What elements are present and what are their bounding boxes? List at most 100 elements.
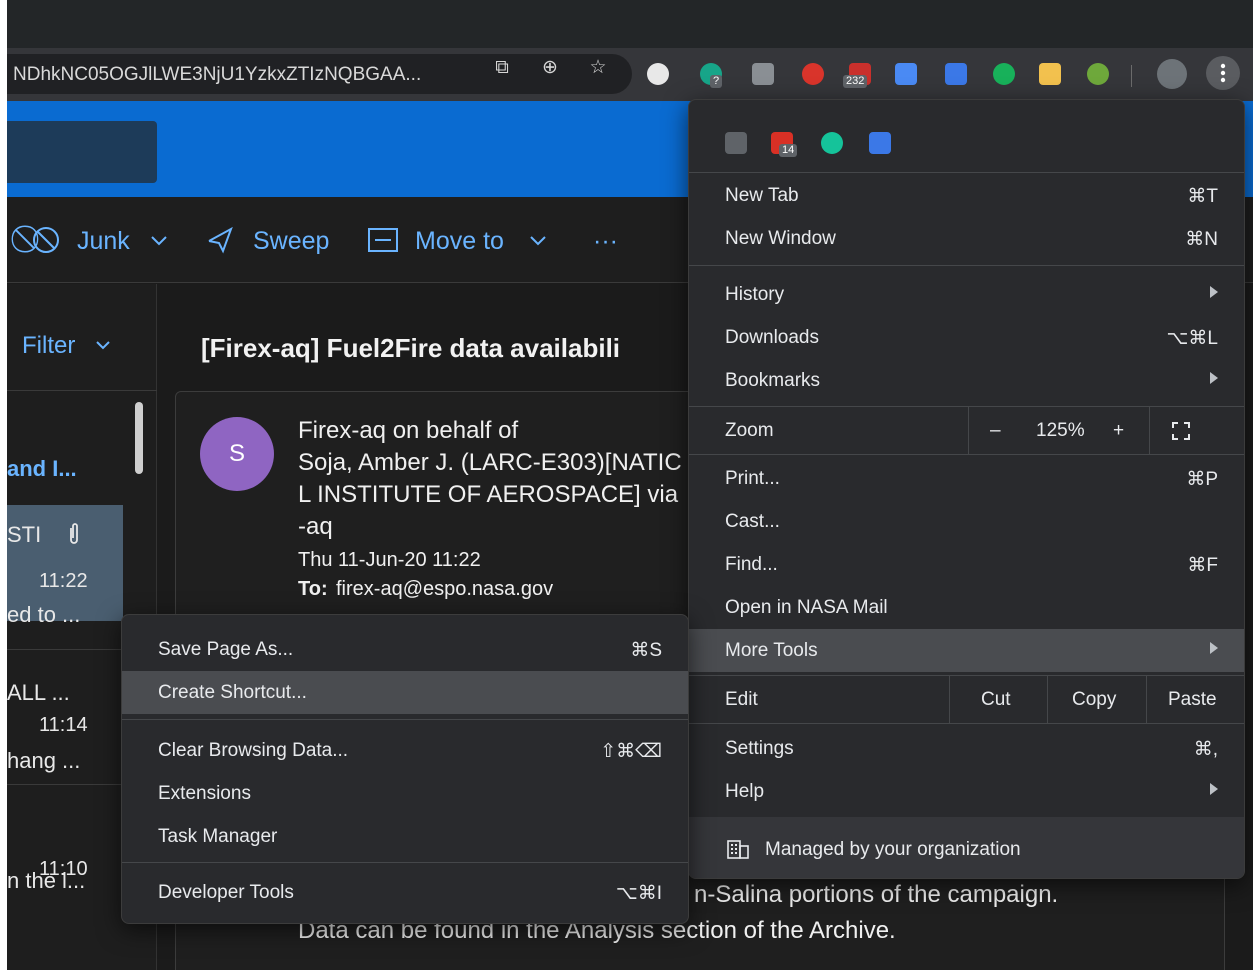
extension-face-icon[interactable] (1039, 63, 1061, 85)
extension-window-icon[interactable] (945, 63, 967, 85)
menu-print[interactable]: Print... ⌘P (689, 457, 1244, 500)
menu-label: Bookmarks (725, 370, 821, 391)
menu-help[interactable]: Help (689, 770, 1244, 813)
extension-phone-icon[interactable]: ? (700, 63, 723, 88)
zoom-in-button[interactable]: + (1113, 420, 1124, 442)
sender-line[interactable]: Firex-aq on behalf of (298, 417, 518, 445)
filter-button[interactable]: Filter (22, 332, 75, 360)
menu-new-window[interactable]: New Window ⌘N (689, 217, 1244, 260)
menu-shortcut: ⌘, (1193, 739, 1218, 760)
move-to-chevron-icon[interactable] (529, 235, 547, 247)
search-box[interactable] (7, 121, 157, 183)
menu-label: Print... (725, 468, 780, 489)
scrollbar-thumb[interactable] (135, 402, 143, 474)
list-item[interactable]: and I... (7, 456, 77, 482)
menu-new-tab[interactable]: New Tab ⌘T (689, 174, 1244, 217)
extension-calendar-icon[interactable]: 14 (771, 132, 798, 157)
list-divider (7, 390, 157, 391)
menu-separator (122, 719, 688, 720)
more-commands-button[interactable]: ··· (593, 227, 618, 256)
zoom-icon[interactable]: ⊕ (539, 57, 561, 79)
profile-avatar[interactable] (1157, 59, 1187, 89)
menu-separator (689, 406, 1244, 407)
menu-task-manager[interactable]: Task Manager (122, 815, 688, 858)
menu-label: Settings (725, 738, 794, 759)
junk-chevron-icon[interactable] (150, 235, 168, 247)
menu-shortcut: ⌥⌘I (615, 883, 662, 904)
building-icon (727, 840, 749, 859)
extension-badge: 14 (779, 144, 798, 157)
list-item-preview[interactable]: n the l... (7, 868, 85, 894)
menu-history[interactable]: History (689, 273, 1244, 316)
menu-edit: Edit Cut Copy Paste (689, 677, 1244, 723)
menu-label: Cast... (725, 511, 780, 532)
menu-shortcut: ⌘P (1186, 469, 1218, 490)
edit-divider (949, 675, 950, 723)
edit-divider (1146, 675, 1147, 723)
extension-book-icon[interactable] (869, 132, 891, 154)
menu-more-tools[interactable]: More Tools (689, 629, 1244, 672)
list-item-selected[interactable]: STI 11:22 ed to ... (7, 505, 123, 627)
message-subject: [Firex-aq] Fuel2Fire data availabili (201, 333, 621, 363)
junk-icon (33, 227, 59, 253)
cut-button[interactable]: Cut (981, 689, 1011, 711)
menu-developer-tools[interactable]: Developer Tools ⌥⌘I (122, 871, 688, 914)
sender-line[interactable]: L INSTITUTE OF AEROSPACE] via (298, 481, 678, 509)
extension-bulb-icon[interactable] (725, 132, 747, 154)
menu-clear-browsing-data[interactable]: Clear Browsing Data... ⇧⌘⌫ (122, 729, 688, 772)
sweep-icon (208, 226, 233, 254)
chrome-menu: 14 New Tab ⌘T New Window ⌘N History Down… (688, 99, 1245, 879)
list-item[interactable]: ALL ... (7, 680, 70, 706)
menu-cast[interactable]: Cast... (689, 500, 1244, 543)
sweep-button[interactable]: Sweep (253, 227, 329, 256)
menu-shortcut: ⌘F (1187, 555, 1218, 576)
zoom-divider (968, 406, 969, 454)
menu-bookmarks[interactable]: Bookmarks (689, 359, 1244, 402)
edit-divider (1047, 675, 1048, 723)
fullscreen-icon[interactable] (1171, 421, 1191, 441)
menu-settings[interactable]: Settings ⌘, (689, 727, 1244, 770)
paste-button[interactable]: Paste (1168, 689, 1217, 711)
menu-label: Edit (725, 689, 758, 710)
menu-downloads[interactable]: Downloads ⌥⌘L (689, 316, 1244, 359)
menu-label: Find... (725, 554, 778, 575)
extension-bug-icon[interactable] (802, 63, 824, 85)
to-recipient[interactable]: firex-aq@espo.nasa.gov (336, 578, 553, 601)
menu-label: Save Page As... (158, 639, 294, 660)
menu-label: Zoom (725, 420, 774, 441)
sender-line[interactable]: -aq (298, 513, 333, 541)
move-to-button[interactable]: Move to (415, 227, 504, 256)
open-external-icon[interactable]: ⧉ (491, 57, 513, 79)
menu-separator (689, 454, 1244, 455)
menu-find[interactable]: Find... ⌘F (689, 543, 1244, 586)
menu-open-in-app[interactable]: Open in NASA Mail (689, 586, 1244, 629)
menu-save-page[interactable]: Save Page As... ⌘S (122, 628, 688, 671)
menu-separator (689, 172, 1244, 173)
chrome-menu-button[interactable] (1206, 56, 1240, 90)
message-date: Thu 11-Jun-20 11:22 (298, 549, 481, 571)
managed-banner[interactable]: Managed by your organization (689, 817, 1244, 878)
filter-chevron-icon[interactable] (95, 340, 111, 352)
menu-separator (689, 265, 1244, 266)
menu-create-shortcut[interactable]: Create Shortcut... (122, 671, 688, 714)
menu-zoom: Zoom – 125% + (689, 408, 1244, 454)
extension-circle-icon[interactable] (647, 63, 669, 85)
copy-button[interactable]: Copy (1072, 689, 1116, 711)
zoom-out-button[interactable]: – (990, 420, 1001, 442)
extension-chat-icon[interactable] (993, 63, 1015, 85)
menu-label: Task Manager (158, 826, 278, 847)
translate-icon[interactable] (895, 63, 917, 85)
grammarly-icon[interactable] (821, 132, 843, 154)
junk-button[interactable]: Junk (77, 227, 130, 256)
sender-line[interactable]: Soja, Amber J. (LARC-E303)[NATIC (298, 449, 682, 477)
bookmark-star-icon[interactable]: ☆ (587, 57, 609, 79)
sender-avatar[interactable]: S (200, 417, 274, 491)
move-to-icon (368, 228, 398, 252)
zoom-divider (1149, 406, 1150, 454)
to-label: To: (298, 578, 328, 600)
extension-gallery-icon[interactable] (752, 63, 774, 85)
menu-extensions[interactable]: Extensions (122, 772, 688, 815)
extension-apple-icon[interactable] (1087, 63, 1109, 85)
url-text[interactable]: NDhkNC05OGJlLWE3NjU1YzkxZTIzNQBGAA... (13, 64, 421, 86)
adblock-icon[interactable]: 232 (843, 63, 871, 88)
